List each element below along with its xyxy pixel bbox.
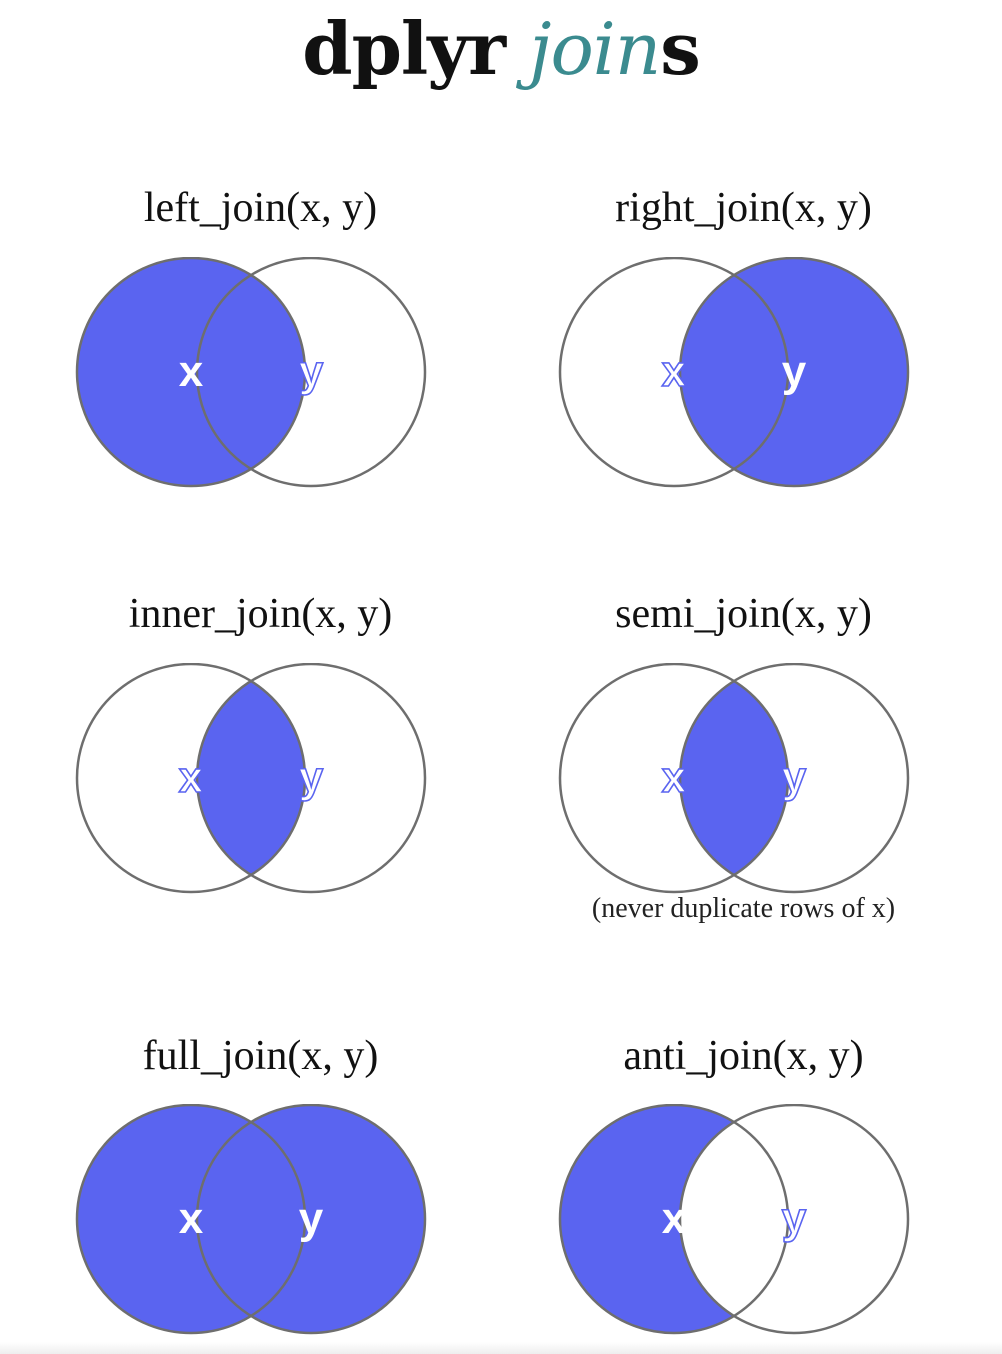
venn-label-y: y xyxy=(782,753,807,802)
venn-label-x: x xyxy=(179,1194,204,1243)
venn-diagram: xy xyxy=(558,663,910,894)
venn-diagram: xy xyxy=(75,257,427,488)
venn-diagram: xy xyxy=(75,1104,427,1335)
panel-caption: semi_join(x, y) xyxy=(615,591,872,637)
venn-label-x: x xyxy=(662,347,687,396)
bottom-edge xyxy=(0,1342,1002,1354)
venn-diagram: xy xyxy=(558,257,910,488)
venn-label-x: x xyxy=(179,347,204,396)
panel-note: (never duplicate rows of x) xyxy=(591,893,896,924)
venn-label-x: x xyxy=(662,753,687,802)
panel-caption: right_join(x, y) xyxy=(615,185,872,231)
venn-label-y: y xyxy=(299,1194,324,1243)
title-plain: dplyr xyxy=(302,6,506,91)
venn-label-y: y xyxy=(782,347,807,396)
venn-diagram: xy xyxy=(558,1104,910,1335)
panel-caption: full_join(x, y) xyxy=(142,1033,379,1079)
venn-diagram: xy xyxy=(75,663,427,894)
panel-caption: inner_join(x, y) xyxy=(128,591,393,637)
page-title: dplyr joins xyxy=(0,6,1002,92)
panel-caption: left_join(x, y) xyxy=(143,185,378,231)
venn-label-y: y xyxy=(782,1194,807,1243)
venn-label-x: x xyxy=(179,753,204,802)
venn-label-x: x xyxy=(662,1194,687,1243)
title-accent: join xyxy=(529,7,661,91)
venn-label-y: y xyxy=(299,753,324,802)
title-tail: s xyxy=(660,6,701,91)
venn-label-y: y xyxy=(299,347,324,396)
panel-caption: anti_join(x, y) xyxy=(623,1033,864,1079)
